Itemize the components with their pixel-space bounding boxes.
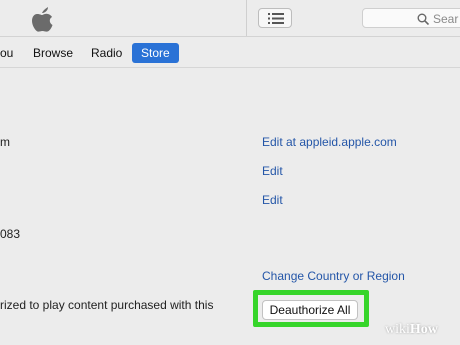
nav-item-radio[interactable]: Radio bbox=[91, 43, 122, 63]
titlebar-divider bbox=[246, 0, 247, 36]
watermark-how: How bbox=[409, 322, 438, 337]
search-input[interactable]: Sear bbox=[362, 8, 460, 28]
title-bar: Sear bbox=[0, 0, 460, 37]
nav-item-browse[interactable]: Browse bbox=[33, 43, 73, 63]
list-view-icon bbox=[268, 13, 284, 24]
edit-apple-id-link[interactable]: Edit at appleid.apple.com bbox=[262, 135, 397, 149]
change-country-link[interactable]: Change Country or Region bbox=[262, 269, 405, 283]
wikihow-watermark: wikiHow bbox=[385, 322, 438, 338]
edit-address-link[interactable]: Edit bbox=[262, 193, 283, 207]
authorization-text: rized to play content purchased with thi… bbox=[0, 298, 214, 312]
list-view-button[interactable] bbox=[258, 8, 292, 28]
apple-logo-icon bbox=[32, 7, 53, 32]
edit-payment-link[interactable]: Edit bbox=[262, 164, 283, 178]
nav-item-store[interactable]: Store bbox=[132, 43, 179, 63]
search-placeholder: Sear bbox=[433, 12, 459, 26]
magnifier-icon bbox=[417, 13, 429, 25]
nav-item-you[interactable]: ou bbox=[0, 43, 13, 63]
watermark-wiki: wiki bbox=[385, 322, 410, 337]
nav-bar: ou Browse Radio Store bbox=[0, 37, 460, 68]
account-number-value: 083 bbox=[0, 227, 21, 241]
apple-id-label: m bbox=[0, 135, 10, 149]
deauthorize-all-button[interactable]: Deauthorize All bbox=[262, 300, 358, 320]
